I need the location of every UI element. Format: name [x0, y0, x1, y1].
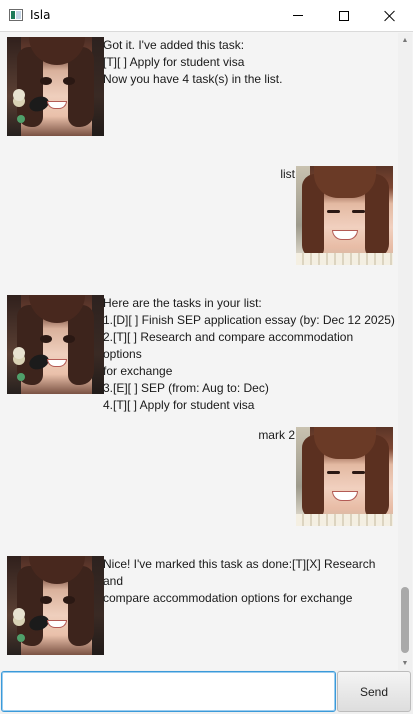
close-button[interactable]	[367, 0, 413, 31]
app-icon	[9, 9, 23, 21]
bot-message-text: Here are the tasks in your list: 1.[D][ …	[103, 296, 395, 412]
input-bar: Send	[0, 670, 413, 714]
vertical-scrollbar[interactable]: ▲ ▼	[398, 33, 412, 670]
chat-scroll-pane[interactable]: Got it. I've added this task: [T][ ] App…	[0, 31, 413, 670]
bot-avatar	[7, 556, 104, 655]
bot-avatar	[7, 295, 104, 394]
scroll-up-icon[interactable]: ▲	[398, 34, 412, 46]
close-icon	[384, 10, 396, 22]
window-title: Isla	[30, 8, 51, 22]
user-avatar	[296, 166, 393, 265]
user-avatar	[296, 427, 393, 526]
maximize-icon	[339, 10, 349, 21]
scroll-down-icon[interactable]: ▼	[398, 657, 412, 669]
send-button[interactable]: Send	[337, 671, 411, 712]
maximize-button[interactable]	[321, 0, 367, 31]
minimize-icon	[293, 15, 303, 16]
scrollbar-thumb[interactable]	[401, 587, 409, 653]
user-message-text: list	[280, 167, 295, 181]
bot-message-text: Got it. I've added this task: [T][ ] App…	[103, 38, 283, 86]
bot-avatar	[7, 37, 104, 136]
message-input[interactable]	[1, 671, 336, 712]
user-message-text: mark 2	[258, 428, 295, 442]
minimize-button[interactable]	[275, 0, 321, 31]
title-bar: Isla	[0, 0, 413, 31]
bot-message-text: Nice! I've marked this task as done:[T][…	[103, 557, 376, 605]
